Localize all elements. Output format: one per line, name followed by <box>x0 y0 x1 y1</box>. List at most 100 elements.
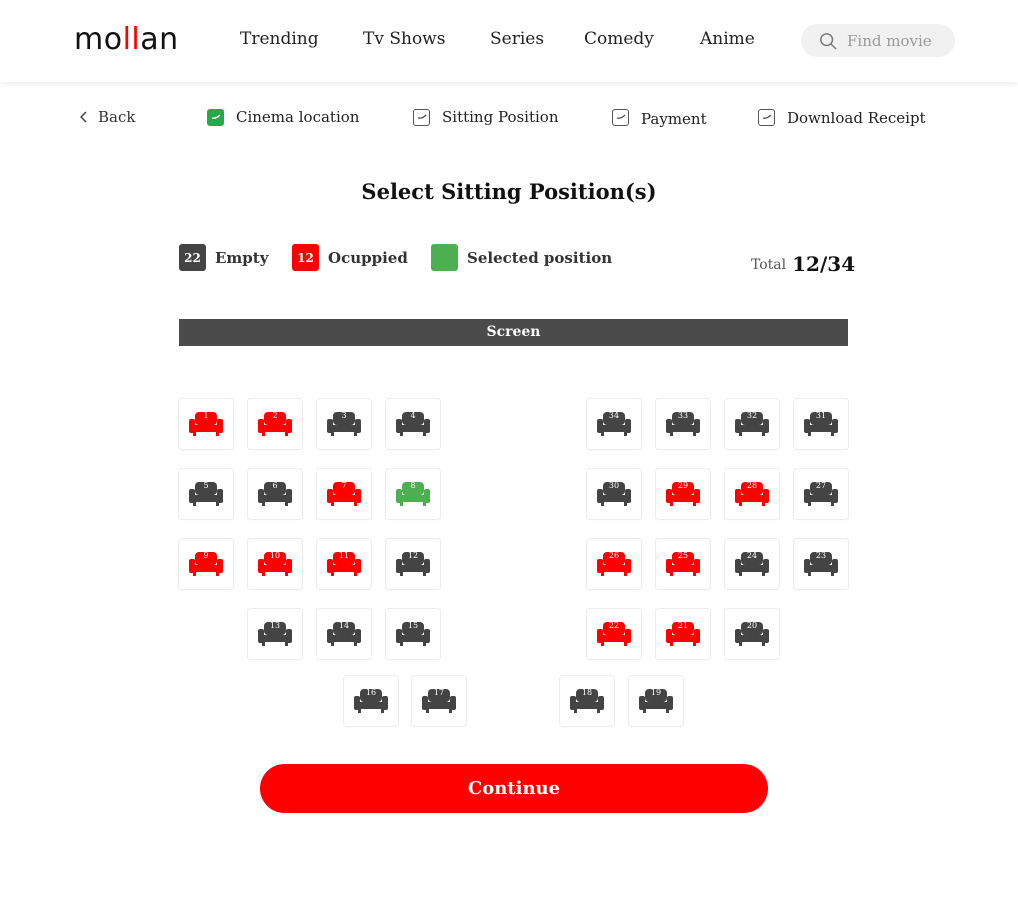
nav-comedy[interactable]: Comedy <box>584 29 654 49</box>
seat-23[interactable]: 23 <box>794 539 848 589</box>
seat-number: 29 <box>677 481 689 490</box>
seat-number: 10 <box>269 551 281 560</box>
seat-number: 5 <box>203 481 209 490</box>
seat-19[interactable]: 19 <box>629 676 683 726</box>
seat-10[interactable]: 10 <box>248 539 302 589</box>
chevron-left-icon <box>80 111 87 123</box>
seat-number: 21 <box>677 621 689 630</box>
step-label: Download Receipt <box>787 109 926 127</box>
seat-7[interactable]: 7 <box>317 469 371 519</box>
seat-number: 25 <box>677 551 689 560</box>
step-label: Cinema location <box>236 108 360 126</box>
step-payment[interactable]: Payment <box>612 108 707 128</box>
seat-20[interactable]: 20 <box>725 609 779 659</box>
cinema-screen: Screen <box>179 319 848 346</box>
seat-number: 33 <box>677 411 689 420</box>
seat-number: 6 <box>272 481 278 490</box>
nav-trending[interactable]: Trending <box>240 29 319 49</box>
seat-number: 17 <box>433 688 445 697</box>
seat-24[interactable]: 24 <box>725 539 779 589</box>
seat-number: 22 <box>608 621 620 630</box>
seat-27[interactable]: 27 <box>794 469 848 519</box>
seat-1[interactable]: 1 <box>179 399 233 449</box>
legend-empty: 22 Empty <box>179 244 268 271</box>
seat-number: 8 <box>410 481 416 490</box>
seat-13[interactable]: 13 <box>248 609 302 659</box>
seat-21[interactable]: 21 <box>656 609 710 659</box>
legend-selected: Selected position <box>431 244 612 271</box>
seat-number: 18 <box>581 688 593 697</box>
seat-29[interactable]: 29 <box>656 469 710 519</box>
total-label: Total <box>751 257 787 273</box>
seat-number: 32 <box>746 411 758 420</box>
seat-number: 28 <box>746 481 758 490</box>
seat-number: 3 <box>341 411 347 420</box>
nav-tv-shows[interactable]: Tv Shows <box>363 29 445 49</box>
seat-32[interactable]: 32 <box>725 399 779 449</box>
nav-series[interactable]: Series <box>490 29 544 49</box>
seat-number: 20 <box>746 621 758 630</box>
seat-14[interactable]: 14 <box>317 609 371 659</box>
nav-anime[interactable]: Anime <box>700 29 755 49</box>
step-sitting-position[interactable]: Sitting Position <box>413 108 558 126</box>
seat-5[interactable]: 5 <box>179 469 233 519</box>
legend-occupied: 12 Ocuppied <box>292 244 408 271</box>
seat-26[interactable]: 26 <box>587 539 641 589</box>
seat-number: 9 <box>203 551 209 560</box>
top-header: mollan Trending Tv Shows Series Comedy A… <box>0 0 1018 82</box>
search-icon[interactable] <box>819 32 837 50</box>
logo-text-end: an <box>140 22 179 57</box>
checkbox-icon <box>758 108 775 126</box>
legend-occupied-badge: 12 <box>292 244 319 271</box>
legend-selected-label: Selected position <box>467 248 613 267</box>
step-download-receipt[interactable]: Download Receipt <box>758 108 926 127</box>
seat-number: 13 <box>269 621 281 630</box>
seat-number: 7 <box>341 481 347 490</box>
seat-30[interactable]: 30 <box>587 469 641 519</box>
seat-number: 2 <box>272 411 278 420</box>
seat-25[interactable]: 25 <box>656 539 710 589</box>
seat-3[interactable]: 3 <box>317 399 371 449</box>
seat-34[interactable]: 34 <box>587 399 641 449</box>
search-input[interactable] <box>847 31 947 50</box>
legend-empty-label: Empty <box>215 248 269 267</box>
seat-number: 14 <box>338 621 350 630</box>
seat-number: 26 <box>608 551 620 560</box>
search-bar[interactable] <box>801 24 955 57</box>
seat-18[interactable]: 18 <box>560 676 614 726</box>
seat-12[interactable]: 12 <box>386 539 440 589</box>
seat-number: 4 <box>410 411 416 420</box>
step-label: Sitting Position <box>442 108 559 126</box>
logo-text: mo <box>74 22 123 57</box>
seat-8[interactable]: 8 <box>386 469 440 519</box>
seat-number: 12 <box>407 551 419 560</box>
seat-22[interactable]: 22 <box>587 609 641 659</box>
seat-number: 11 <box>338 551 350 560</box>
checkbox-icon <box>413 108 430 126</box>
seat-6[interactable]: 6 <box>248 469 302 519</box>
continue-button[interactable]: Continue <box>260 764 768 813</box>
legend-empty-badge: 22 <box>179 244 206 271</box>
seat-16[interactable]: 16 <box>344 676 398 726</box>
seat-15[interactable]: 15 <box>386 609 440 659</box>
seat-33[interactable]: 33 <box>656 399 710 449</box>
seat-4[interactable]: 4 <box>386 399 440 449</box>
seat-number: 24 <box>746 551 758 560</box>
seat-28[interactable]: 28 <box>725 469 779 519</box>
seat-number: 19 <box>650 688 662 697</box>
legend-occupied-label: Ocuppied <box>328 248 408 267</box>
seat-9[interactable]: 9 <box>179 539 233 589</box>
page-title: Select Sitting Position(s) <box>361 179 657 204</box>
seat-2[interactable]: 2 <box>248 399 302 449</box>
seat-17[interactable]: 17 <box>412 676 466 726</box>
step-cinema-location[interactable]: Cinema location <box>207 108 359 126</box>
logo-accent: ll <box>122 22 141 57</box>
seat-number: 30 <box>608 481 620 490</box>
back-button[interactable]: Back <box>80 108 135 126</box>
logo[interactable]: mollan <box>74 22 179 57</box>
back-label: Back <box>98 108 136 126</box>
seat-31[interactable]: 31 <box>794 399 848 449</box>
seat-11[interactable]: 11 <box>317 539 371 589</box>
seat-number: 34 <box>608 411 620 420</box>
legend-selected-swatch <box>431 244 458 271</box>
